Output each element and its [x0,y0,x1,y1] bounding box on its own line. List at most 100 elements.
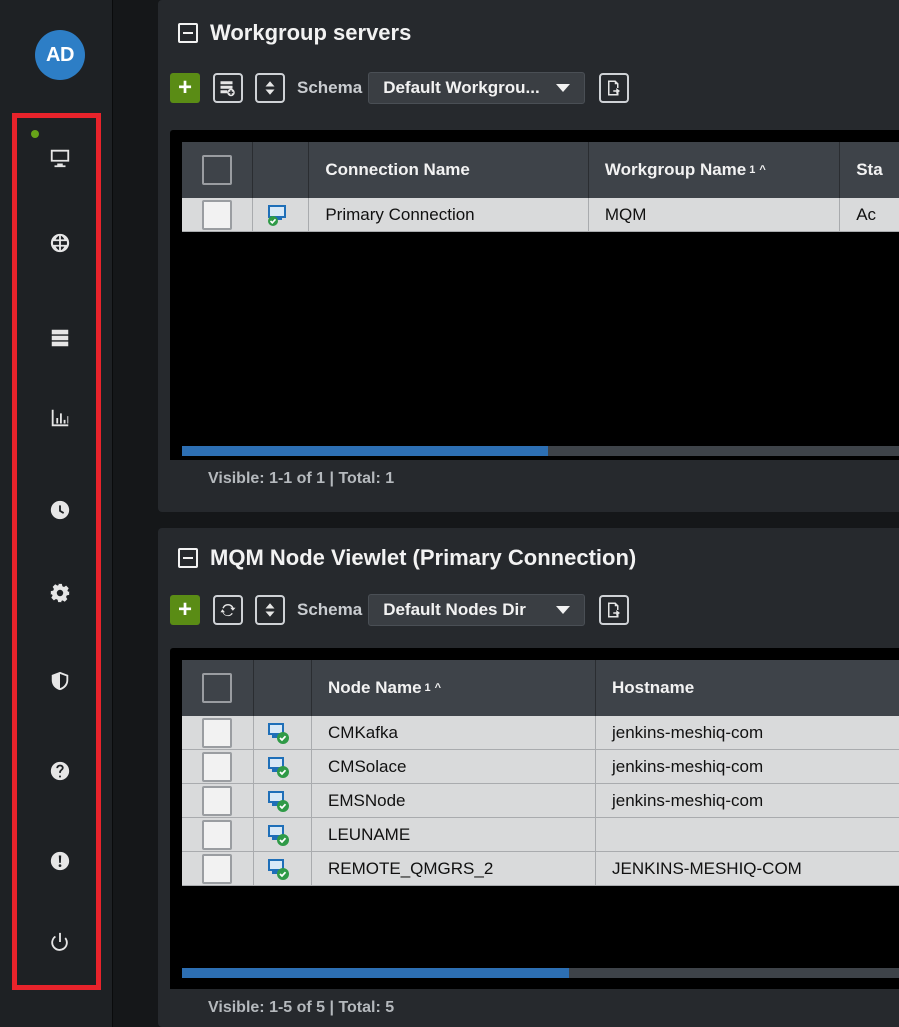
table-footer: Visible: 1-5 of 5 | Total: 5 [170,989,899,1027]
select-all-cell [182,660,254,716]
column-header-status[interactable]: Sta [840,142,899,198]
hostname-cell: jenkins-meshiq-com [612,722,764,742]
app-root: AD Workgroup servers + Schema Default Wo… [0,0,899,1027]
sidebar-item-monitor[interactable] [35,133,85,183]
row-icon-cell [253,198,310,231]
sidebar-item-history[interactable] [35,485,85,535]
sort-icon [265,81,275,95]
schema-label: Schema [297,78,363,97]
add-button[interactable]: + [170,73,200,103]
panel-title: Workgroup servers [178,20,411,46]
sort-order-button[interactable] [255,595,285,625]
scrollbar-thumb[interactable] [182,446,548,456]
row-checkbox-cell [182,750,254,783]
globe-icon [50,233,70,253]
schema-dropdown[interactable]: Default Workgrou... [368,72,585,104]
refresh-button[interactable] [213,595,243,625]
panel-title-text: Workgroup servers [210,20,412,45]
horizontal-scrollbar[interactable] [182,446,899,456]
shield-icon [51,671,69,691]
sort-asc-icon: ^ [434,682,442,694]
gear-icon [50,583,70,603]
row-icon-cell [254,716,312,749]
sidebar-item-globe[interactable] [35,218,85,268]
sidebar-item-settings[interactable] [35,568,85,618]
sort-index: 1 [424,682,431,694]
node-name-cell: CMKafka [312,716,596,749]
row-icon-cell [254,852,312,885]
sidebar-item-logout[interactable] [35,917,85,967]
table-footer: Visible: 1-1 of 1 | Total: 1 [170,460,899,498]
export-button[interactable] [598,73,629,103]
chevron-down-icon [555,84,570,92]
export-icon [607,602,620,618]
node-ok-icon [268,722,289,744]
column-header-hostname[interactable]: Hostname [596,660,899,716]
select-all-checkbox[interactable] [202,673,232,703]
sort-order-button[interactable] [255,73,285,103]
schema-dropdown[interactable]: Default Nodes Dir [368,594,585,626]
workgroup-name-cell: MQM [589,198,841,231]
table-row[interactable]: Primary Connection MQM Ac [182,198,899,232]
row-checkbox-cell [182,818,254,851]
table-row[interactable]: CMSolace jenkins-meshiq-com [182,750,899,784]
row-checkbox[interactable] [202,751,232,782]
schema-label: Schema [297,600,363,619]
export-icon [607,80,620,96]
hostname-cell [596,818,899,851]
hostname-cell: jenkins-meshiq-com [612,756,764,776]
table-row[interactable]: LEUNAME [182,818,899,852]
connection-icon [267,204,286,226]
hostname-cell: JENKINS-MESHIQ-COM [612,858,802,878]
chevron-down-icon [555,606,570,614]
node-ok-icon [268,824,289,846]
toolbar: + Schema Default Nodes Dir [170,592,641,628]
node-viewlet-panel: MQM Node Viewlet (Primary Connection) + … [158,528,899,1027]
sidebar: AD [0,0,113,1027]
row-checkbox[interactable] [202,785,232,816]
add-server-button[interactable] [213,73,243,103]
export-button[interactable] [598,595,629,625]
power-icon [51,932,68,951]
schema-value: Default Nodes Dir [383,600,526,619]
node-ok-icon [268,756,289,778]
select-all-cell [182,142,253,198]
exclamation-icon [50,851,70,871]
row-checkbox-cell [182,852,254,885]
row-checkbox[interactable] [202,199,232,230]
scrollbar-thumb[interactable] [182,968,570,978]
table-row[interactable]: EMSNode jenkins-meshiq-com [182,784,899,818]
collapse-icon[interactable] [178,548,198,568]
node-name-cell: REMOTE_QMGRS_2 [312,852,596,885]
sidebar-item-alerts[interactable] [35,836,85,886]
row-checkbox[interactable] [202,819,232,850]
sidebar-item-charts[interactable] [35,393,85,443]
server-icon [51,329,69,347]
panel-title-text: MQM Node Viewlet (Primary Connection) [210,545,637,570]
column-header-node-name[interactable]: Node Name 1 ^ [312,660,596,716]
row-icon-cell [254,750,312,783]
refresh-icon [220,604,236,617]
node-ok-icon [268,790,289,812]
panel-title: MQM Node Viewlet (Primary Connection) [178,545,636,571]
server-add-icon [220,81,235,97]
column-header-workgroup[interactable]: Workgroup Name 1 ^ [589,142,841,198]
select-all-checkbox[interactable] [202,155,232,185]
avatar[interactable]: AD [35,30,85,80]
sidebar-item-security[interactable] [35,656,85,706]
table-row[interactable]: CMKafka jenkins-meshiq-com [182,716,899,750]
icon-column-header [253,142,310,198]
column-header-connection[interactable]: Connection Name [309,142,589,198]
row-icon-cell [254,818,312,851]
table-row[interactable]: REMOTE_QMGRS_2 JENKINS-MESHIQ-COM [182,852,899,886]
add-button[interactable]: + [170,595,200,625]
row-checkbox[interactable] [202,853,232,884]
row-checkbox[interactable] [202,717,232,748]
clock-icon [50,500,70,520]
question-icon [50,761,70,781]
horizontal-scrollbar[interactable] [182,968,899,978]
sidebar-item-help[interactable] [35,746,85,796]
sidebar-item-servers[interactable] [35,313,85,363]
status-cell: Ac [856,204,877,224]
collapse-icon[interactable] [178,23,198,43]
